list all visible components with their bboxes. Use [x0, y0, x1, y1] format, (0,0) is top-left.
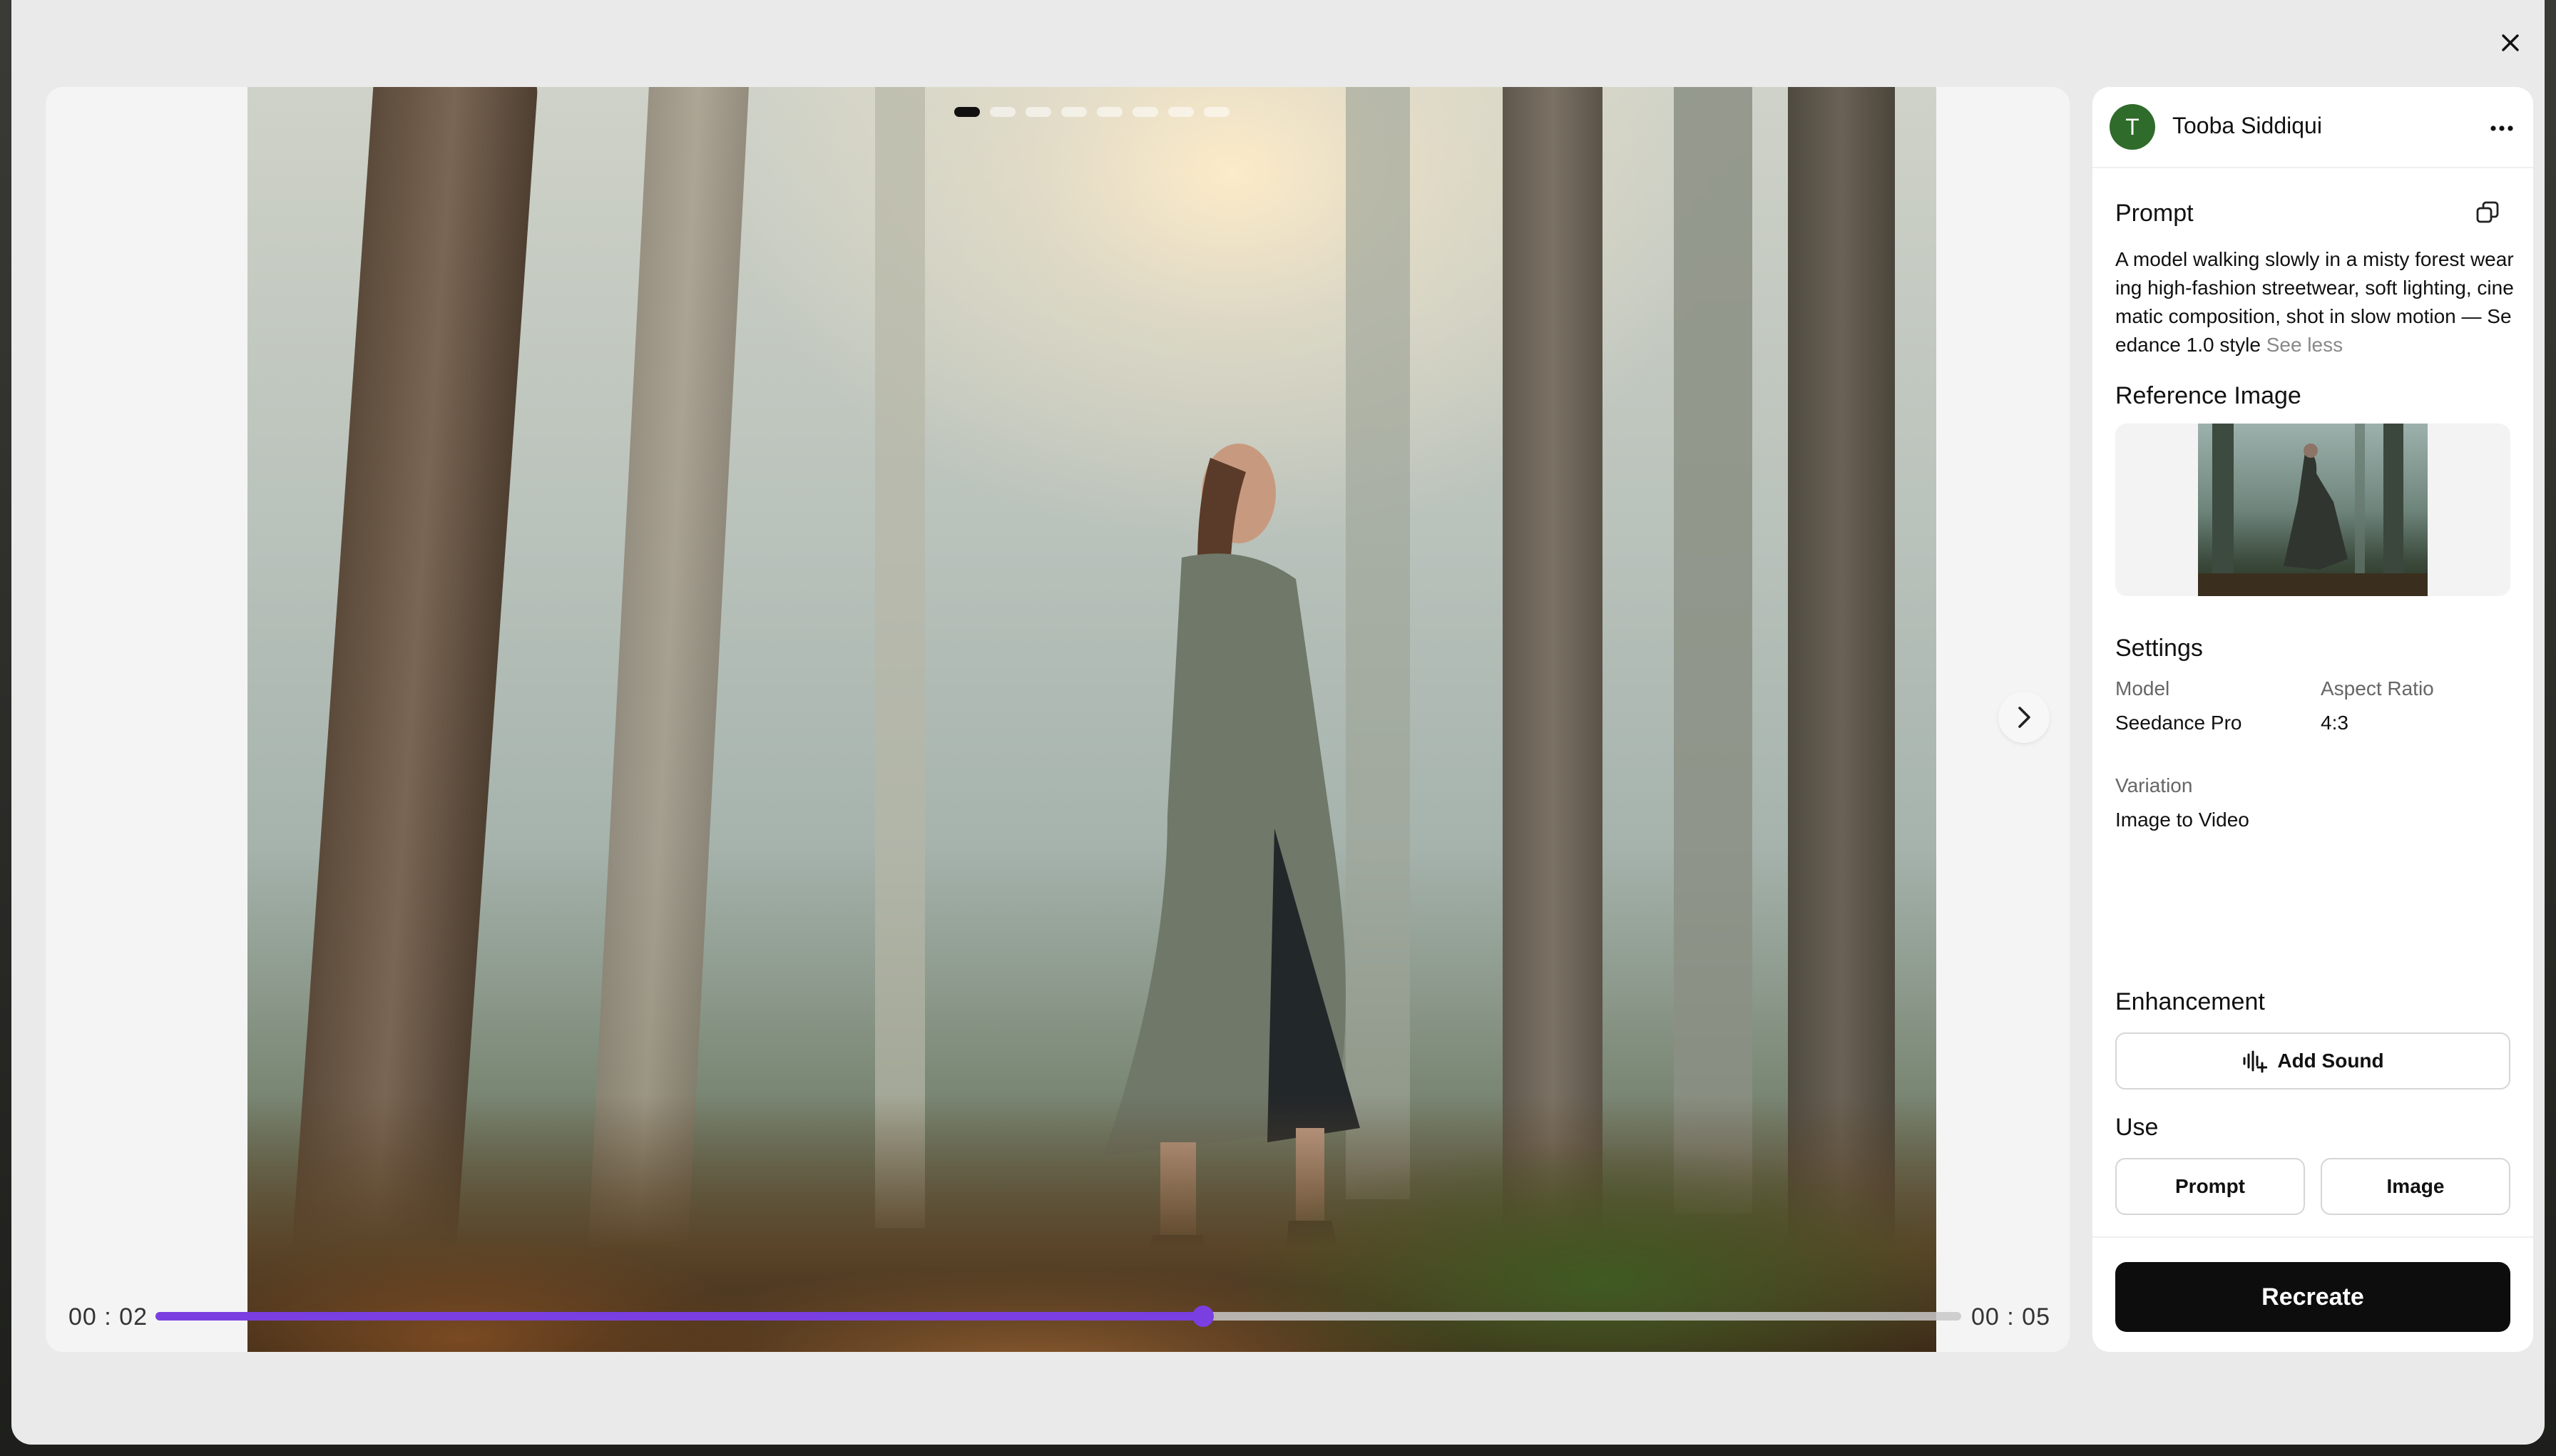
recreate-button[interactable]: Recreate: [2115, 1262, 2510, 1332]
next-button[interactable]: [1998, 692, 2050, 743]
progress-bar[interactable]: [155, 1306, 1961, 1327]
details-panel: T Tooba Siddiqui Prompt A model walking …: [2092, 87, 2533, 1352]
close-button[interactable]: [2489, 21, 2532, 64]
use-image-label: Image: [2386, 1175, 2445, 1197]
variation-label: Variation: [2115, 774, 2193, 796]
author-row: T Tooba Siddiqui: [2092, 87, 2533, 168]
media-detail-modal: 00 : 02 00 : 05 T Tooba Siddiqui Prompt: [11, 0, 2545, 1445]
add-sound-button[interactable]: Add Sound: [2115, 1032, 2510, 1090]
use-title: Use: [2115, 1114, 2159, 1141]
more-options-button[interactable]: [2485, 111, 2519, 145]
close-icon: [2502, 34, 2519, 51]
use-image-button[interactable]: Image: [2321, 1158, 2510, 1215]
enhancement-title: Enhancement: [2115, 988, 2265, 1015]
pager-dot[interactable]: [1097, 107, 1123, 117]
use-prompt-label: Prompt: [2175, 1175, 2245, 1197]
tree-trunk: [875, 87, 925, 1228]
tree-trunk: [1788, 87, 1895, 1256]
pager-dot[interactable]: [990, 107, 1016, 117]
reference-image-title: Reference Image: [2115, 382, 2301, 409]
reference-figure: [2198, 424, 2428, 596]
variation-value: Image to Video: [2115, 809, 2249, 831]
prompt-title: Prompt: [2115, 200, 2194, 227]
copy-icon: [2476, 201, 2499, 223]
progress-handle[interactable]: [1192, 1306, 1214, 1327]
pager-dot[interactable]: [1026, 107, 1051, 117]
model-value: Seedance Pro: [2115, 712, 2242, 734]
copy-prompt-button[interactable]: [2469, 194, 2506, 231]
pager-dot[interactable]: [1168, 107, 1194, 117]
pager-dot[interactable]: [1061, 107, 1087, 117]
tree-trunk: [1674, 87, 1752, 1214]
aspect-ratio-value: 4:3: [2321, 712, 2348, 734]
media-panel: 00 : 02 00 : 05: [46, 87, 2070, 1352]
add-sound-label: Add Sound: [2277, 1050, 2384, 1072]
total-time: 00 : 05: [1971, 1303, 2050, 1331]
more-horizontal-icon: [2490, 125, 2513, 131]
pager-dot[interactable]: [954, 107, 980, 117]
tree-trunk: [1503, 87, 1602, 1235]
divider: [2092, 1236, 2533, 1238]
aspect-ratio-label: Aspect Ratio: [2321, 677, 2434, 699]
chevron-right-icon: [2018, 707, 2030, 728]
author-name[interactable]: Tooba Siddiqui: [2172, 113, 2322, 139]
settings-title: Settings: [2115, 635, 2203, 662]
current-time: 00 : 02: [68, 1303, 148, 1331]
slide-pager: [247, 107, 1936, 117]
reference-image[interactable]: [2198, 424, 2428, 596]
prompt-text: A model walking slowly in a misty forest…: [2115, 245, 2515, 359]
avatar[interactable]: T: [2110, 104, 2155, 150]
see-less-link[interactable]: See less: [2266, 334, 2343, 356]
pager-dot[interactable]: [1204, 107, 1230, 117]
use-prompt-button[interactable]: Prompt: [2115, 1158, 2305, 1215]
video-player[interactable]: [247, 87, 1936, 1352]
reference-image-container: [2115, 424, 2510, 596]
model-label: Model: [2115, 677, 2170, 699]
pager-dot[interactable]: [1133, 107, 1158, 117]
progress-fill: [155, 1312, 1203, 1321]
sound-wave-plus-icon: [2243, 1050, 2268, 1073]
